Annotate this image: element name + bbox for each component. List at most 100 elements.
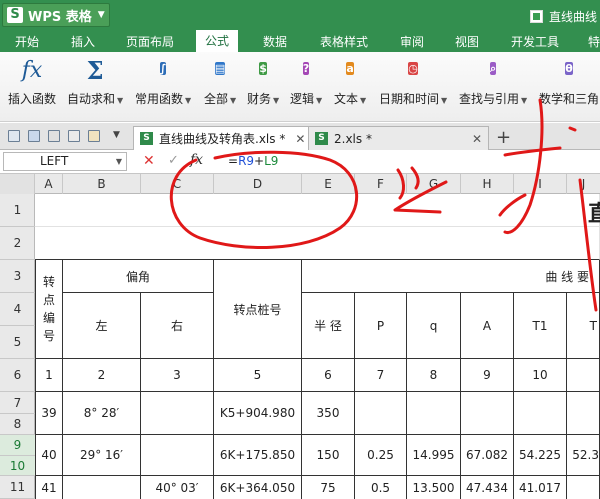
row-header[interactable]: 7 <box>0 392 35 414</box>
save-icon[interactable] <box>28 130 40 142</box>
undo-icon[interactable] <box>88 130 100 142</box>
index-cell[interactable]: 6 <box>302 359 355 392</box>
select-all-corner[interactable] <box>0 174 35 194</box>
angle-right-cell[interactable] <box>141 435 214 476</box>
column-header-d[interactable]: D <box>214 174 302 194</box>
column-header-h[interactable]: H <box>461 174 514 194</box>
row-header[interactable]: 2 <box>0 227 35 260</box>
t1-cell[interactable] <box>514 392 567 435</box>
finance-functions-button[interactable]: $ 财务 ▼ <box>247 58 279 107</box>
column-header-b[interactable]: B <box>63 174 141 194</box>
print-icon[interactable] <box>48 130 60 142</box>
angle-left-cell[interactable]: 29° 16′ <box>63 435 141 476</box>
text-functions-button[interactable]: a 文本 ▼ <box>334 58 366 107</box>
p-cell[interactable]: 0.5 <box>355 476 407 499</box>
column-header-e[interactable]: E <box>302 174 355 194</box>
index-cell[interactable]: 3 <box>141 359 214 392</box>
menu-table-style[interactable]: 表格样式 <box>320 33 368 50</box>
insert-function-button[interactable]: fx 插入函数 <box>8 58 56 107</box>
radius-cell[interactable]: 150 <box>302 435 355 476</box>
row-header-selected[interactable]: 9 <box>0 435 35 456</box>
logic-functions-button[interactable]: ? 逻辑 ▼ <box>290 58 322 107</box>
header-station[interactable]: 转点桩号 <box>214 260 302 359</box>
column-header-f[interactable]: F <box>355 174 407 194</box>
radius-cell[interactable]: 75 <box>302 476 355 499</box>
all-functions-button[interactable]: ▤ 全部 ▼ <box>204 58 236 107</box>
station-cell[interactable]: 6K+364.050 <box>214 476 302 499</box>
row-header[interactable]: 5 <box>0 326 35 359</box>
math-functions-button[interactable]: θ 数学和三角 <box>539 58 599 107</box>
formula-input[interactable]: =R9+L9 <box>228 154 278 168</box>
menu-data[interactable]: 数据 <box>263 33 287 50</box>
datetime-functions-button[interactable]: ◷ 日期和时间 ▼ <box>379 58 447 107</box>
p-cell[interactable]: 0.25 <box>355 435 407 476</box>
print-preview-icon[interactable] <box>68 130 80 142</box>
angle-right-cell[interactable] <box>141 392 214 435</box>
menu-special[interactable]: 特 <box>588 33 600 50</box>
index-cell[interactable]: 8 <box>407 359 461 392</box>
station-cell[interactable]: 6K+175.850 <box>214 435 302 476</box>
column-header-i[interactable]: I <box>514 174 567 194</box>
q-cell[interactable]: 13.500 <box>407 476 461 499</box>
index-cell[interactable]: 7 <box>355 359 407 392</box>
chevron-down-icon[interactable]: ▼ <box>113 130 120 140</box>
t-cell[interactable] <box>567 392 600 435</box>
sheet-grid[interactable]: 直 转点编号 偏角 左 右 转点桩号 曲 线 要 半 径 P q A T1 T … <box>35 194 600 499</box>
menu-developer[interactable]: 开发工具 <box>511 33 559 50</box>
t1-cell[interactable]: 41.017 <box>514 476 567 499</box>
cancel-icon[interactable]: ✕ <box>143 153 155 169</box>
column-header-g[interactable]: G <box>407 174 461 194</box>
header-left[interactable]: 左 <box>63 293 141 359</box>
index-cell[interactable] <box>567 359 600 392</box>
a-cell[interactable]: 47.434 <box>461 476 514 499</box>
close-tab-icon[interactable]: ✕ <box>472 132 482 146</box>
angle-right-cell[interactable]: 40° 03′ <box>141 476 214 499</box>
sheet-row-1[interactable] <box>35 194 600 227</box>
lookup-functions-button[interactable]: ⌕ 查找与引用 ▼ <box>459 58 527 107</box>
header-t1[interactable]: T1 <box>514 293 567 359</box>
column-header-a[interactable]: A <box>35 174 63 194</box>
header-right[interactable]: 右 <box>141 293 214 359</box>
row-header[interactable]: 1 <box>0 194 35 227</box>
common-functions-button[interactable]: ∫ 常用函数 ▼ <box>135 58 191 107</box>
confirm-icon[interactable]: ✓ <box>168 153 179 168</box>
index-cell[interactable]: 1 <box>35 359 63 392</box>
menu-view[interactable]: 视图 <box>455 33 479 50</box>
folder-icon[interactable] <box>8 130 20 142</box>
chevron-down-icon[interactable]: ▼ <box>116 153 122 170</box>
row-header[interactable]: 6 <box>0 359 35 392</box>
header-t[interactable]: T <box>567 293 600 359</box>
menu-home[interactable]: 开始 <box>15 33 39 50</box>
t1-cell[interactable]: 54.225 <box>514 435 567 476</box>
header-curve-elements[interactable]: 曲 线 要 <box>302 260 600 293</box>
radius-cell[interactable]: 350 <box>302 392 355 435</box>
angle-left-cell[interactable] <box>63 476 141 499</box>
index-cell[interactable]: 10 <box>514 359 567 392</box>
station-cell[interactable]: K5+904.980 <box>214 392 302 435</box>
header-q[interactable]: q <box>407 293 461 359</box>
wps-app-menu-button[interactable]: S WPS 表格 ▼ <box>2 3 110 27</box>
autosum-button[interactable]: Σ 自动求和 ▼ <box>67 58 123 107</box>
column-header-j[interactable]: J <box>567 174 600 194</box>
row-header-selected[interactable]: 10 <box>0 456 35 476</box>
header-radius[interactable]: 半 径 <box>302 293 355 359</box>
a-cell[interactable] <box>461 392 514 435</box>
turn-number-cell[interactable]: 40 <box>35 435 63 476</box>
sheet-row-2[interactable] <box>35 227 600 260</box>
menu-formulas[interactable]: 公式 <box>196 30 239 52</box>
row-header[interactable]: 4 <box>0 293 35 326</box>
turn-number-cell[interactable]: 39 <box>35 392 63 435</box>
index-cell[interactable]: 5 <box>214 359 302 392</box>
a-cell[interactable]: 67.082 <box>461 435 514 476</box>
t-cell[interactable] <box>567 476 600 499</box>
name-box[interactable]: LEFT ▼ <box>3 152 127 171</box>
index-cell[interactable]: 9 <box>461 359 514 392</box>
menu-page-layout[interactable]: 页面布局 <box>126 33 174 50</box>
row-header[interactable]: 11 <box>0 476 35 499</box>
tab-document-1[interactable]: S 直线曲线及转角表.xls * ✕ <box>133 126 313 150</box>
turn-number-cell[interactable]: 41 <box>35 476 63 499</box>
q-cell[interactable] <box>407 392 461 435</box>
q-cell[interactable]: 14.995 <box>407 435 461 476</box>
menu-review[interactable]: 审阅 <box>400 33 424 50</box>
angle-left-cell[interactable]: 8° 28′ <box>63 392 141 435</box>
